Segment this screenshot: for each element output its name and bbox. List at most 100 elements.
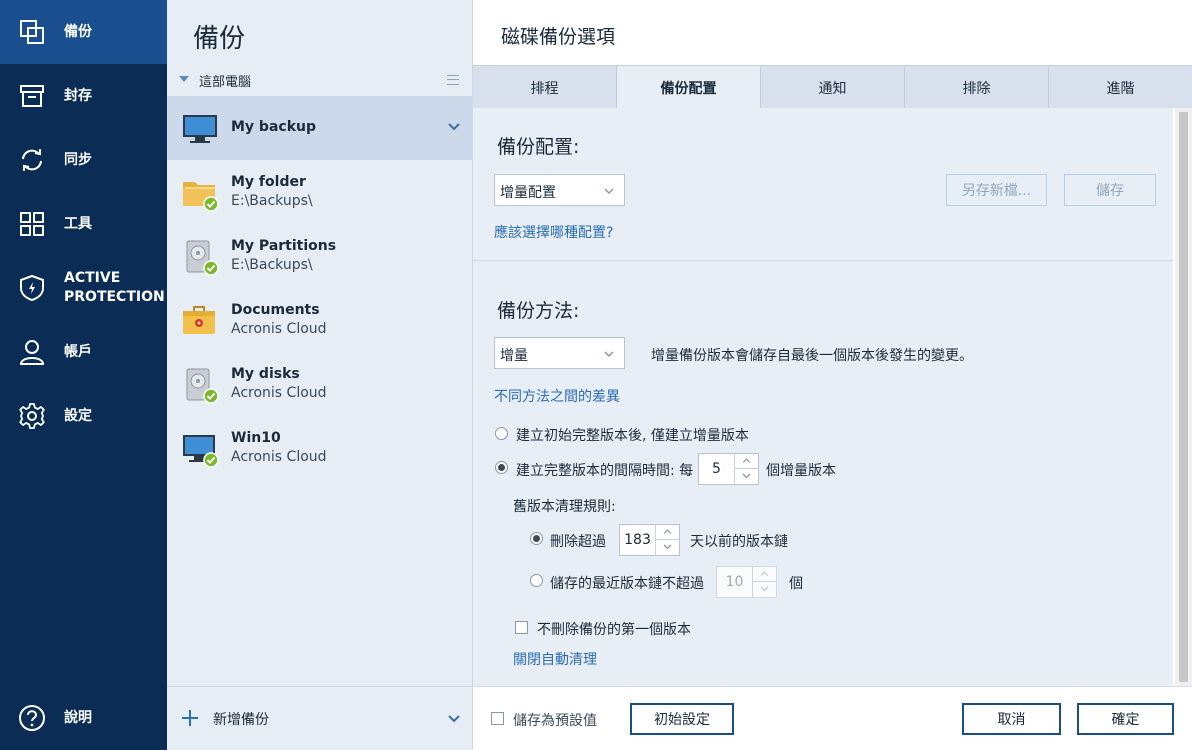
cleanup-rules-title: 舊版本清理規則: (513, 499, 616, 515)
gear-icon (19, 403, 45, 429)
nav-label-account: 帳戶 (64, 343, 92, 360)
scheme-dropdown[interactable]: 增量配置 (494, 174, 625, 206)
user-icon (19, 340, 45, 365)
cleanup-delete-older-radio[interactable] (530, 532, 543, 545)
nav-item-backup[interactable]: 備份 (0, 0, 167, 64)
backup-name: My disks (231, 366, 300, 382)
chevron-down-icon[interactable] (447, 120, 461, 134)
section-divider (473, 260, 1173, 261)
nav-item-settings[interactable]: 設定 (0, 384, 167, 448)
backup-item-documents[interactable]: Documents Acronis Cloud (167, 288, 473, 352)
help-icon (19, 705, 45, 731)
nav-label-tools: 工具 (64, 215, 92, 232)
tab-exclusions[interactable]: 排除 (905, 66, 1049, 109)
backup-list-title: 備份 (193, 24, 246, 54)
options-tabs: 排程 備份配置 通知 排除 進階 (473, 65, 1192, 109)
keep-first-version-checkbox[interactable] (515, 621, 528, 634)
tab-backup-scheme[interactable]: 備份配置 (617, 66, 761, 109)
method-title: 備份方法: (497, 300, 580, 322)
nav-label-archive: 封存 (64, 87, 92, 104)
backup-item-my-folder[interactable]: My folder E:\Backups\ (167, 160, 473, 224)
nav-label-settings: 設定 (64, 407, 92, 424)
which-scheme-link[interactable]: 應該選擇哪種配置? (494, 222, 613, 242)
backup-name: Documents (231, 302, 320, 318)
tools-grid-icon (20, 212, 44, 236)
option-full-interval-label: 建立完整版本的間隔時間: 每 (516, 463, 694, 479)
cancel-button[interactable]: 取消 (962, 703, 1061, 735)
nav-item-help[interactable]: 說明 (0, 686, 167, 750)
plus-icon (182, 710, 198, 726)
backup-item-my-partitions[interactable]: My Partitions E:\Backups\ (167, 224, 473, 288)
method-dropdown[interactable]: 增量 (494, 337, 625, 369)
save-scheme-button[interactable]: 儲存 (1064, 174, 1156, 206)
delete-older-days-stepper[interactable]: 183 (619, 524, 680, 556)
stepper-up-icon[interactable] (735, 454, 758, 469)
add-backup-button[interactable]: 新增備份 (167, 686, 473, 750)
dialog-footer: 儲存為預設值 初始設定 取消 確定 (473, 686, 1192, 750)
full-interval-suffix: 個增量版本 (766, 463, 836, 479)
nav-item-sync[interactable]: 同步 (0, 128, 167, 192)
nav-item-tools[interactable]: 工具 (0, 192, 167, 256)
nav-item-archive[interactable]: 封存 (0, 64, 167, 128)
method-difference-link[interactable]: 不同方法之間的差異 (494, 386, 620, 406)
cleanup-keep-recent-label: 儲存的最近版本鏈不超過 (550, 576, 704, 592)
reset-defaults-button[interactable]: 初始設定 (630, 703, 734, 735)
sync-icon (22, 149, 42, 171)
method-description: 增量備份版本會儲存自最後一個版本後發生的變更。 (651, 348, 973, 364)
caret-down-icon (179, 76, 189, 82)
stepper-down-icon[interactable] (656, 540, 679, 555)
ok-button[interactable]: 確定 (1077, 703, 1174, 735)
chevron-down-icon (604, 188, 614, 195)
menu-icon[interactable] (447, 75, 459, 85)
stepper-down-icon[interactable] (735, 469, 758, 484)
this-computer-section-header[interactable]: 這部電腦 (167, 64, 473, 96)
disk-backup-options-dialog: 磁碟備份選項 排程 備份配置 通知 排除 進階 備份配置: 增量配置 另存新檔.… (473, 0, 1192, 750)
cleanup-delete-older-label: 刪除超過 (550, 534, 606, 550)
nav-item-account[interactable]: 帳戶 (0, 320, 167, 384)
keep-recent-count-stepper[interactable]: 10 (716, 566, 777, 598)
delete-older-suffix: 天以前的版本鏈 (690, 534, 788, 550)
keep-recent-suffix: 個 (789, 576, 803, 592)
backup-name: My folder (231, 174, 306, 190)
full-interval-value: 5 (712, 461, 721, 477)
stepper-down-icon[interactable] (753, 582, 776, 597)
backup-item-my-disks[interactable]: My disks Acronis Cloud (167, 352, 473, 416)
vertical-scrollbar[interactable] (1175, 108, 1192, 686)
cleanup-keep-recent-radio[interactable] (530, 574, 543, 587)
hard-drive-icon (186, 240, 219, 276)
nav-label-help: 說明 (64, 709, 92, 726)
chevron-down-icon[interactable] (447, 712, 461, 726)
scheme-title: 備份配置: (497, 136, 580, 158)
backup-name: My Partitions (231, 238, 337, 254)
backup-item-win10[interactable]: Win10 Acronis Cloud (167, 416, 473, 480)
save-as-button[interactable]: 另存新檔... (946, 174, 1047, 206)
shield-icon (20, 274, 44, 302)
keep-recent-count-value: 10 (725, 574, 744, 590)
disable-auto-cleanup-link[interactable]: 關閉自動清理 (513, 649, 597, 669)
backup-list-panel: 備份 這部電腦 My backup My folder E:\Backups\ … (167, 0, 473, 750)
option-incremental-only-radio[interactable] (495, 427, 508, 440)
full-interval-stepper[interactable]: 5 (698, 453, 759, 485)
nav-item-active-protection[interactable]: ACTIVE PROTECTION (0, 256, 167, 320)
archive-icon (20, 85, 44, 107)
option-full-interval-radio[interactable] (495, 461, 508, 474)
dialog-title: 磁碟備份選項 (501, 26, 616, 48)
save-as-default-label: 儲存為預設值 (513, 713, 597, 729)
tab-schedule[interactable]: 排程 (473, 66, 617, 109)
tab-notifications[interactable]: 通知 (761, 66, 905, 109)
save-as-default-checkbox[interactable] (491, 712, 504, 725)
section-label: 這部電腦 (199, 75, 252, 90)
monitor-icon (183, 115, 217, 143)
scrollbar-thumb[interactable] (1179, 112, 1188, 682)
main-navigation: 備份 封存 同步 工具 ACTIVE PROTECTION 帳戶 設定 說明 (0, 0, 167, 750)
tab-advanced[interactable]: 進階 (1049, 66, 1192, 109)
backup-item-my-backup[interactable]: My backup (167, 96, 473, 160)
keep-first-version-label: 不刪除備份的第一個版本 (537, 622, 691, 638)
delete-older-days-value: 183 (624, 532, 651, 548)
add-backup-label: 新增備份 (213, 712, 269, 728)
backup-name: My backup (231, 119, 316, 135)
stepper-up-icon[interactable] (753, 567, 776, 582)
scheme-content: 備份配置: 增量配置 另存新檔... 儲存 應該選擇哪種配置? 備份方法: 增量… (473, 108, 1173, 686)
stepper-up-icon[interactable] (656, 525, 679, 540)
chevron-down-icon (604, 351, 614, 358)
